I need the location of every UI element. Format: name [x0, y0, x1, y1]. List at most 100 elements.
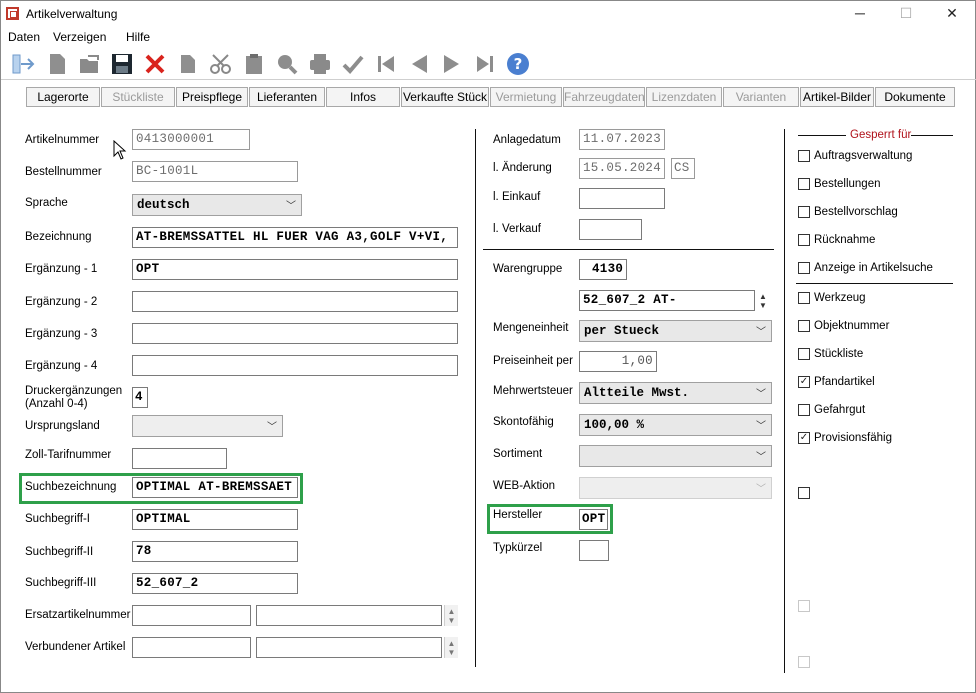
tab-lizenzdaten[interactable]: Lizenzdaten [646, 87, 722, 107]
bezeichnung-field[interactable]: AT-BREMSSATTEL HL FUER VAG A3,GOLF V+VI, [132, 227, 458, 248]
label-skontofaehig: Skontofähig [493, 416, 554, 428]
checkbox-gefahrgut[interactable] [798, 404, 810, 416]
next-icon[interactable] [438, 50, 466, 78]
new-icon[interactable] [43, 50, 71, 78]
label-objektnummer: Objektnummer [814, 320, 890, 332]
first-icon[interactable] [372, 50, 400, 78]
warengruppe-spinner[interactable]: ▲ ▼ [756, 290, 770, 311]
ergaenzung-3-field[interactable] [132, 323, 458, 344]
maximize-button[interactable]: ☐ [891, 5, 921, 23]
verbundener-artikel-field[interactable] [132, 637, 251, 658]
bestellnummer-field[interactable]: BC-1001L [132, 161, 298, 182]
ergaenzung-2-field[interactable] [132, 291, 458, 312]
menu-hilfe[interactable]: Hilfe [126, 30, 150, 44]
chevron-down-icon: ﹀ [756, 452, 766, 463]
ersatzartikelnummer-field[interactable] [132, 605, 251, 626]
help-icon[interactable]: ? [504, 50, 532, 78]
mengeneinheit-select[interactable]: per Stueck ﹀ [579, 320, 772, 342]
warengruppe-field[interactable]: 4130 [579, 259, 627, 280]
confirm-icon[interactable] [339, 50, 367, 78]
checkbox-objektnummer[interactable] [798, 320, 810, 332]
checkbox-ruecknahme[interactable] [798, 234, 810, 246]
delete-icon[interactable] [141, 50, 169, 78]
tab-infos[interactable]: Infos [326, 87, 400, 107]
warengruppe-sub-field[interactable]: 52_607_2 AT- [579, 290, 755, 311]
checkbox-unlabeled-1[interactable] [798, 487, 810, 499]
chevron-down-icon: ﹀ [756, 421, 766, 432]
sprache-select[interactable]: deutsch ﹀ [132, 194, 302, 216]
label-anlagedatum: Anlagedatum [493, 134, 561, 146]
verkauf-field[interactable] [579, 219, 642, 240]
web-aktion-select[interactable]: ﹀ [579, 477, 772, 499]
tab-fahrzeugdaten[interactable]: Fahrzeugdaten [563, 87, 645, 107]
ursprungsland-select[interactable]: ﹀ [132, 415, 283, 437]
checkbox-provisionsfaehig[interactable]: ✓ [798, 432, 810, 444]
mehrwertsteuer-select[interactable]: Altteile Mwst. ﹀ [579, 382, 772, 404]
paste-icon[interactable] [240, 50, 268, 78]
tab-varianten[interactable]: Varianten [723, 87, 799, 107]
aenderung-field[interactable]: 15.05.2024 [579, 158, 665, 179]
mouse-cursor-icon [113, 139, 127, 163]
menu-verzeigen[interactable]: Verzeigen [53, 30, 106, 44]
prev-icon[interactable] [405, 50, 433, 78]
save-icon[interactable] [108, 50, 136, 78]
label-ergaenzung-3: Ergänzung - 3 [25, 328, 98, 340]
label-letzte-aenderung: l. Änderung [493, 162, 552, 174]
suchbegriff-3-field[interactable]: 52_607_2 [132, 573, 298, 594]
tab-lieferanten[interactable]: Lieferanten [249, 87, 325, 107]
suchbegriff-1-field[interactable]: OPTIMAL [132, 509, 298, 530]
label-warengruppe: Warengruppe [493, 263, 563, 275]
ergaenzung-1-field[interactable]: OPT [132, 259, 458, 280]
checkbox-stueckliste[interactable] [798, 348, 810, 360]
tab-lagerorte[interactable]: Lagerorte [26, 87, 100, 107]
search-icon[interactable] [273, 50, 301, 78]
exit-icon[interactable] [10, 50, 38, 78]
einkauf-field[interactable] [579, 188, 665, 209]
sortiment-select[interactable]: ﹀ [579, 445, 772, 467]
label-provisionsfaehig: Provisionsfähig [814, 432, 892, 444]
sprache-value: deutsch [137, 198, 190, 212]
ersatzartikel-bezeichnung-field[interactable] [256, 605, 442, 626]
print-icon[interactable] [306, 50, 334, 78]
tab-dokumente[interactable]: Dokumente [875, 87, 955, 107]
hersteller-field[interactable]: OPT [579, 509, 608, 530]
label-ergaenzung-1: Ergänzung - 1 [25, 263, 98, 275]
label-bestellnummer: Bestellnummer [25, 166, 102, 178]
suchbegriff-2-field[interactable]: 78 [132, 541, 298, 562]
verbundener-artikel-spinner[interactable]: ▲ ▼ [444, 637, 458, 658]
tab-stueckliste[interactable]: Stückliste [101, 87, 175, 107]
suchbezeichnung-field[interactable]: OPTIMAL AT-BREMSSAET [132, 477, 298, 498]
artikelnummer-field[interactable]: 0413000001 [132, 129, 250, 150]
tab-artikel-bilder[interactable]: Artikel-Bilder [800, 87, 874, 107]
checkbox-bestellvorschlag[interactable] [798, 206, 810, 218]
checkbox-anzeige-in-artikelsuche[interactable] [798, 262, 810, 274]
label-typkuerzel: Typkürzel [493, 542, 543, 554]
close-button[interactable]: ✕ [937, 5, 967, 23]
typkuerzel-field[interactable] [579, 540, 609, 561]
checkbox-unlabeled-3[interactable] [798, 656, 810, 668]
menu-daten[interactable]: Daten [8, 30, 40, 44]
anlagedatum-field[interactable]: 11.07.2023 [579, 129, 665, 150]
open-icon[interactable] [76, 50, 104, 78]
cut-icon[interactable] [207, 50, 235, 78]
verbundener-artikel-bezeichnung-field[interactable] [256, 637, 442, 658]
ergaenzung-4-field[interactable] [132, 355, 458, 376]
copy-icon[interactable] [174, 50, 202, 78]
ersatzartikel-spinner[interactable]: ▲ ▼ [444, 605, 458, 626]
checkbox-unlabeled-2[interactable] [798, 600, 810, 612]
checkbox-bestellungen[interactable] [798, 178, 810, 190]
preiseinheit-field[interactable]: 1,00 [579, 351, 657, 372]
skontofaehig-select[interactable]: 100,00 % ﹀ [579, 414, 772, 436]
tab-verkaufte-stueck[interactable]: Verkaufte Stück [401, 87, 489, 107]
last-icon[interactable] [471, 50, 499, 78]
checkbox-werkzeug[interactable] [798, 292, 810, 304]
zoll-tarifnummer-field[interactable] [132, 448, 227, 469]
aenderung-user-field[interactable]: CS [671, 158, 695, 179]
minimize-button[interactable]: ─ [845, 5, 875, 23]
tab-vermietung[interactable]: Vermietung [490, 87, 562, 107]
tab-preispflege[interactable]: Preispflege [176, 87, 248, 107]
checkbox-auftragsverwaltung[interactable] [798, 150, 810, 162]
druckergaenzungen-field[interactable]: 4 [132, 387, 148, 408]
checkbox-pfandartikel[interactable]: ✓ [798, 376, 810, 388]
label-druckergaenzungen: Druckergänzungen [25, 385, 123, 397]
